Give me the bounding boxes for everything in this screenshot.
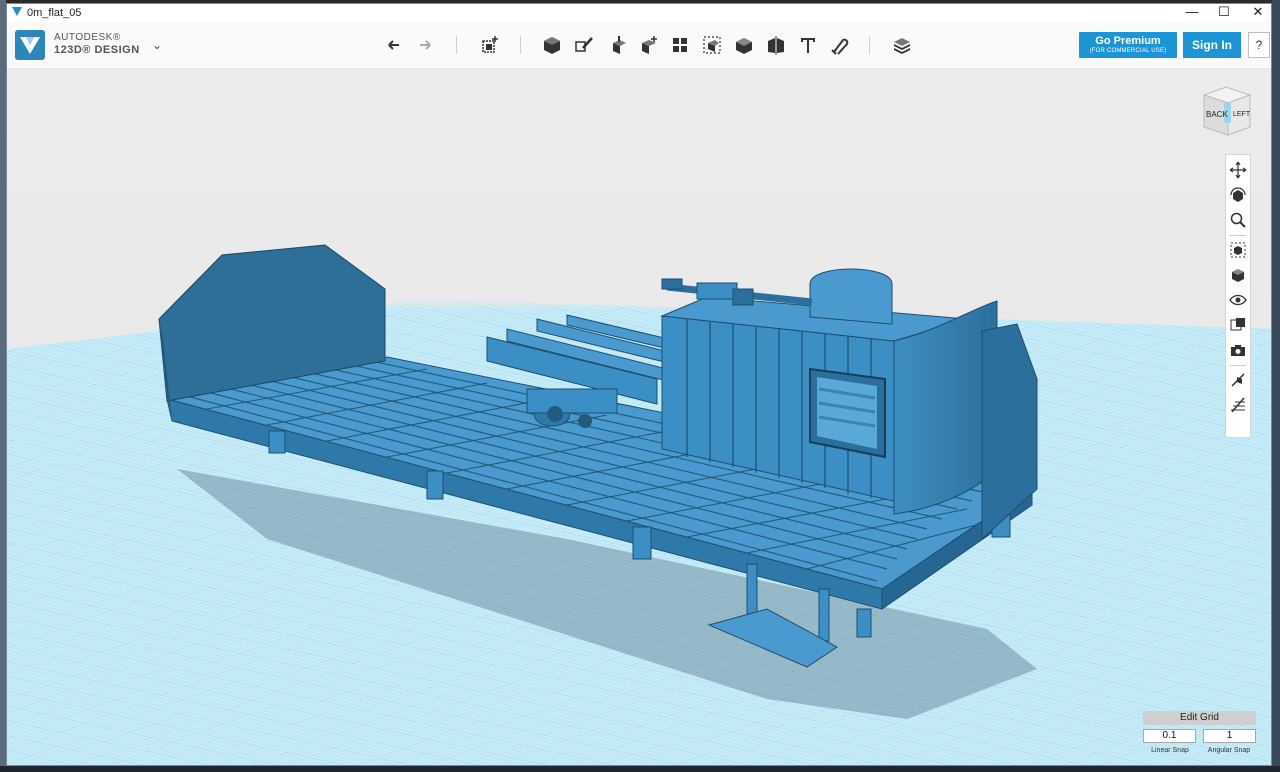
- app-menu-chevron-icon[interactable]: ⌄: [152, 38, 162, 52]
- text-tool-icon[interactable]: [797, 34, 819, 56]
- snap-tool-icon[interactable]: [829, 34, 851, 56]
- snap-grid-icon[interactable]: [1229, 371, 1247, 389]
- camera-icon[interactable]: [1229, 341, 1247, 359]
- app-window: 0m_flat_05 — ☐ ✕ AUTODESK® 123D® DESIGN …: [6, 3, 1272, 766]
- visibility-eye-icon[interactable]: [1229, 291, 1247, 309]
- hide-grid-icon[interactable]: [1229, 396, 1247, 414]
- viewcube-face-back: BACK: [1206, 110, 1228, 119]
- undo-icon[interactable]: [383, 34, 405, 56]
- zoom-icon[interactable]: [1229, 211, 1247, 229]
- sign-in-button[interactable]: Sign In: [1183, 32, 1241, 58]
- scene-canvas[interactable]: [7, 69, 1272, 766]
- linear-snap-label: Linear Snap: [1151, 747, 1189, 754]
- sketch-tool-icon[interactable]: [573, 34, 595, 56]
- measure-tool-icon[interactable]: [765, 34, 787, 56]
- view-cube-icon: BACK LEFT: [1202, 86, 1252, 136]
- linear-snap-field[interactable]: 0.1: [1143, 729, 1196, 743]
- transform-tool-icon[interactable]: [478, 34, 500, 56]
- premium-sublabel: (FOR COMMERCIAL USE): [1089, 48, 1167, 54]
- redo-icon[interactable]: [414, 34, 436, 56]
- app-menu-logo[interactable]: [15, 30, 45, 60]
- viewcube-face-left: LEFT: [1233, 111, 1251, 118]
- fit-icon[interactable]: [1229, 241, 1247, 259]
- edit-grid-button[interactable]: Edit Grid: [1143, 711, 1256, 725]
- minimize-button[interactable]: —: [1175, 4, 1209, 22]
- nav-separator: [1230, 365, 1246, 366]
- maximize-button[interactable]: ☐: [1207, 4, 1241, 22]
- materials-tool-icon[interactable]: [891, 34, 913, 56]
- construct-tool-icon[interactable]: [605, 34, 627, 56]
- app-logo-icon: [12, 7, 22, 16]
- pan-icon[interactable]: [1229, 161, 1247, 179]
- help-button[interactable]: ?: [1248, 32, 1270, 58]
- main-toolbar: AUTODESK® 123D® DESIGN ⌄ Go Premium (FOR…: [7, 22, 1271, 69]
- navigation-bar: [1225, 154, 1251, 438]
- primitives-tool-icon[interactable]: [541, 34, 563, 56]
- brand-line2: 123D® DESIGN: [54, 44, 140, 56]
- grouping-tool-icon[interactable]: [701, 34, 723, 56]
- autodesk-v-icon: [20, 37, 40, 54]
- close-button[interactable]: ✕: [1241, 4, 1271, 22]
- 3d-viewport[interactable]: BACK LEFT Edit Grid 0.1 1 Linear Snap An…: [7, 69, 1272, 766]
- material-display-icon[interactable]: [1229, 316, 1247, 334]
- premium-label: Go Premium: [1095, 35, 1161, 47]
- modify-tool-icon[interactable]: [637, 34, 659, 56]
- brand-line1: AUTODESK®: [54, 32, 121, 43]
- desktop-strip-right: [1272, 0, 1280, 772]
- pattern-tool-icon[interactable]: [669, 34, 691, 56]
- view-selection-icon[interactable]: [1229, 266, 1247, 284]
- window-title: 0m_flat_05: [27, 7, 82, 19]
- go-premium-button[interactable]: Go Premium (FOR COMMERCIAL USE): [1079, 32, 1177, 58]
- view-cube[interactable]: BACK LEFT: [1200, 85, 1254, 139]
- title-bar: 0m_flat_05 — ☐ ✕: [7, 4, 1271, 22]
- angular-snap-label: Angular Snap: [1207, 747, 1251, 754]
- nav-separator: [1230, 235, 1246, 236]
- grid-settings-panel: Edit Grid 0.1 1 Linear Snap Angular Snap: [1142, 709, 1257, 759]
- orbit-icon[interactable]: [1229, 186, 1247, 204]
- toolbar-separator: [520, 36, 521, 54]
- toolbar-separator: [456, 36, 457, 54]
- desktop-taskbar-edge: [0, 766, 1280, 772]
- toolbar-separator: [869, 36, 870, 54]
- angular-snap-field[interactable]: 1: [1203, 729, 1256, 743]
- combine-tool-icon[interactable]: [733, 34, 755, 56]
